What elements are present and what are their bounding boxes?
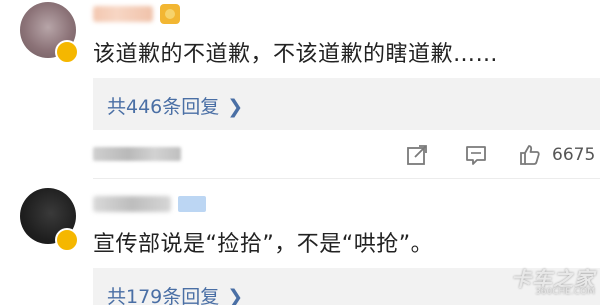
comment-feed: 该道歉的不道歉，不该道歉的瞎道歉…… 共446条回复 ❯ 6675 宣传部说是“捡… <box>0 0 600 305</box>
vip-badge-icon <box>55 40 79 64</box>
timestamp-blurred <box>93 147 181 161</box>
share-icon[interactable] <box>405 143 429 167</box>
vip-badge-icon <box>55 228 79 252</box>
comment-text: 宣传部说是“捡拾”，不是“哄抢”。 <box>93 232 434 257</box>
divider <box>93 178 600 179</box>
chevron-right-icon: ❯ <box>227 96 244 118</box>
reply-count-label: 共446条回复 <box>107 96 220 118</box>
username-blurred[interactable] <box>93 196 171 212</box>
comment-text: 该道歉的不道歉，不该道歉的瞎道歉…… <box>93 42 499 67</box>
reply-summary: 共446条回复 ❯ <box>93 78 600 130</box>
watermark-logo: 卡车之家 360CHE.COM <box>505 263 597 303</box>
username-blurred[interactable] <box>93 6 153 22</box>
view-replies-link[interactable]: 共179条回复 ❯ <box>107 282 243 305</box>
like-count: 6675 <box>552 145 596 165</box>
member-badge-icon <box>160 4 180 24</box>
thumbs-up-icon[interactable] <box>518 143 542 167</box>
comment-icon[interactable] <box>464 143 488 167</box>
member-badge-icon <box>178 196 206 212</box>
view-replies-link[interactable]: 共446条回复 ❯ <box>107 92 243 119</box>
watermark-domain: 360CHE.COM <box>535 287 595 297</box>
chevron-right-icon: ❯ <box>227 286 244 305</box>
reply-count-label: 共179条回复 <box>107 286 220 305</box>
